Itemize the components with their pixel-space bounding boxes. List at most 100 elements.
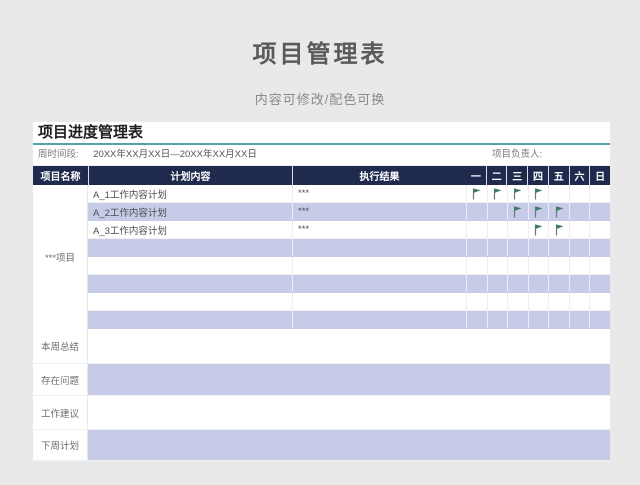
day-cell[interactable] (486, 293, 508, 310)
day-cell[interactable] (507, 311, 528, 328)
day-cell[interactable] (568, 221, 590, 238)
plan-cell[interactable] (88, 239, 292, 256)
summary-row: 存在问题 (33, 364, 610, 396)
result-cell[interactable] (292, 257, 466, 274)
day-cell[interactable] (589, 203, 610, 220)
day-cell[interactable] (568, 311, 590, 328)
day-cell[interactable] (486, 221, 508, 238)
day-cell[interactable] (466, 203, 487, 220)
day-cell[interactable] (548, 293, 569, 310)
summary-content-cell[interactable] (88, 430, 610, 460)
day-cell[interactable] (507, 257, 528, 274)
summary-rows: 本周总结 存在问题 工作建议 下周计划 (33, 329, 610, 461)
day-cell[interactable] (507, 275, 528, 292)
result-cell[interactable]: *** (292, 203, 466, 220)
day-cell[interactable] (486, 311, 508, 328)
day-cell[interactable] (548, 311, 569, 328)
day-cell[interactable] (548, 257, 569, 274)
day-cell[interactable] (507, 185, 528, 202)
summary-row: 本周总结 (33, 329, 610, 364)
day-cell[interactable] (568, 275, 590, 292)
project-row (88, 311, 610, 329)
day-cell[interactable] (589, 275, 610, 292)
day-cell[interactable] (466, 221, 487, 238)
project-table: 项目进度管理表 周时间段: 20XX年XX月XX日—20XX年XX月XX日 项目… (33, 122, 610, 461)
day-cell[interactable] (507, 293, 528, 310)
day-cell[interactable] (466, 239, 487, 256)
result-cell[interactable]: *** (292, 185, 466, 202)
day-cell[interactable] (589, 311, 610, 328)
summary-content-cell[interactable] (88, 396, 610, 429)
plan-cell[interactable]: A_1工作内容计划 (88, 185, 292, 202)
day-cell[interactable] (527, 311, 549, 328)
day-cell[interactable] (507, 203, 528, 220)
day-cell[interactable] (466, 257, 487, 274)
day-cell[interactable] (568, 203, 590, 220)
day-cell[interactable] (507, 239, 528, 256)
plan-cell[interactable]: A_2工作内容计划 (88, 203, 292, 220)
day-cell[interactable] (527, 257, 549, 274)
result-cell[interactable] (292, 293, 466, 310)
day-cell[interactable] (589, 221, 610, 238)
day-cell[interactable] (568, 257, 590, 274)
project-row (88, 293, 610, 311)
day-cell[interactable] (486, 257, 508, 274)
flag-icon (534, 206, 543, 217)
day-cell[interactable] (527, 293, 549, 310)
summary-content-cell[interactable] (88, 364, 610, 395)
day-column-header: 一 (470, 172, 481, 183)
day-cell[interactable] (486, 275, 508, 292)
result-cell[interactable]: *** (292, 221, 466, 238)
flag-icon (555, 206, 564, 217)
day-cell[interactable] (486, 185, 508, 202)
period-value[interactable]: 20XX年XX月XX日—20XX年XX月XX日 (75, 145, 275, 165)
flag-icon (473, 188, 481, 199)
day-cell[interactable] (589, 239, 610, 256)
day-cell[interactable] (486, 203, 508, 220)
plan-cell[interactable] (88, 275, 292, 292)
day-cell[interactable] (466, 311, 487, 328)
project-row (88, 239, 610, 257)
day-column-header: 五 (547, 166, 569, 185)
day-cell[interactable] (568, 239, 590, 256)
day-cell[interactable] (548, 239, 569, 256)
result-cell[interactable] (292, 239, 466, 256)
day-column-header: 六 (568, 166, 590, 185)
day-cell[interactable] (589, 257, 610, 274)
day-cell[interactable] (548, 221, 569, 238)
day-cell[interactable] (527, 185, 549, 202)
plan-cell[interactable]: A_3工作内容计划 (88, 221, 292, 238)
project-row: A_3工作内容计划 *** (88, 221, 610, 239)
summary-content-cell[interactable] (88, 329, 610, 363)
plan-cell[interactable] (88, 257, 292, 274)
result-cell[interactable] (292, 275, 466, 292)
day-cell[interactable] (466, 185, 487, 202)
column-header-result: 执行结果 (292, 166, 466, 185)
day-cell[interactable] (486, 239, 508, 256)
day-cell[interactable] (527, 221, 549, 238)
day-column-header: 四 (527, 166, 548, 185)
day-cell[interactable] (568, 293, 590, 310)
summary-label: 存在问题 (33, 364, 88, 395)
day-cell[interactable] (527, 203, 549, 220)
plan-cell[interactable] (88, 311, 292, 328)
day-cell[interactable] (466, 293, 487, 310)
day-column-header: 二 (485, 166, 507, 185)
day-cell[interactable] (527, 275, 549, 292)
result-cell[interactable] (292, 311, 466, 328)
project-name-cell[interactable]: ***项目 (33, 185, 88, 329)
flag-icon (534, 188, 543, 199)
day-cell[interactable] (466, 275, 487, 292)
plan-cell[interactable] (88, 293, 292, 310)
day-cell[interactable] (548, 185, 569, 202)
project-row: A_1工作内容计划 *** (88, 185, 610, 203)
day-cell[interactable] (568, 185, 590, 202)
section-title: 项目进度管理表 (33, 122, 610, 145)
day-cell[interactable] (548, 275, 569, 292)
day-cell[interactable] (589, 293, 610, 310)
page-subtitle: 内容可修改/配色可换 (254, 92, 386, 107)
day-cell[interactable] (527, 239, 549, 256)
day-cell[interactable] (548, 203, 569, 220)
day-cell[interactable] (589, 185, 610, 202)
day-cell[interactable] (507, 221, 528, 238)
